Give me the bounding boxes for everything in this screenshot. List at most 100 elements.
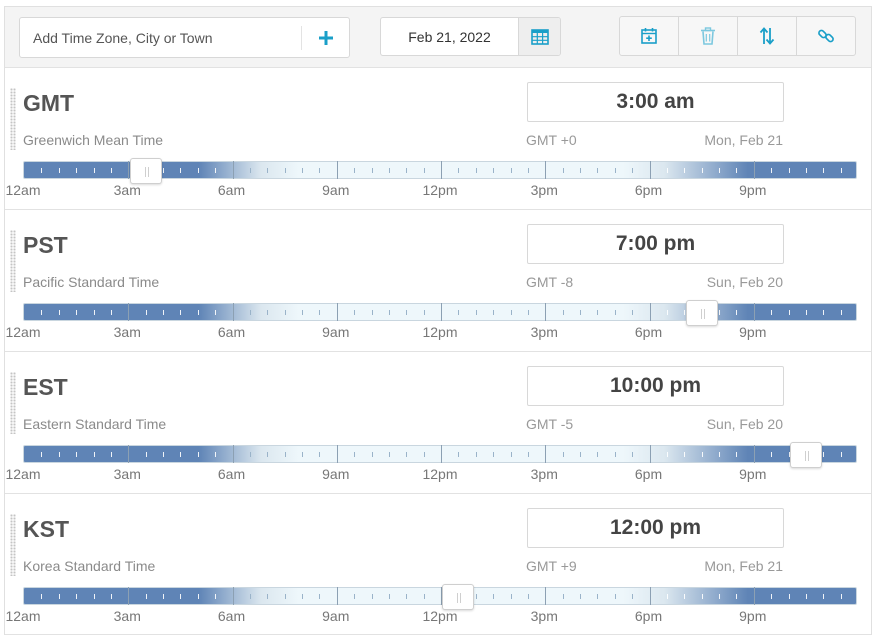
hour-label: 6am [217, 182, 246, 198]
time-slider-handle[interactable] [789, 442, 822, 468]
half-hour-tick [215, 452, 217, 457]
hour-labels: 12am 3am 6am 9am 12pm 3pm 6pm 9pm [5, 182, 873, 200]
hour-tick [510, 168, 512, 173]
half-hour-tick [701, 452, 703, 457]
half-hour-tick [249, 310, 251, 315]
hour-tick [788, 310, 790, 315]
half-hour-tick [284, 452, 286, 457]
drag-handle[interactable] [10, 372, 16, 434]
hour-tick [406, 594, 408, 599]
time-slider-track[interactable] [23, 442, 857, 468]
date-field[interactable]: Feb 21, 2022 [381, 18, 518, 55]
time-slider-handle[interactable] [129, 158, 162, 184]
search-input[interactable] [21, 19, 299, 56]
timezone-abbreviation: KST [23, 516, 69, 542]
hour-tick [823, 594, 825, 599]
hour-labels: 12am 3am 6am 9am 12pm 3pm 6pm 9pm [5, 466, 873, 484]
add-timezone-button[interactable] [303, 19, 349, 56]
drag-handle[interactable] [10, 230, 16, 292]
timezone-date: Mon, Feb 21 [704, 558, 783, 574]
half-hour-tick [736, 310, 738, 315]
half-hour-tick [388, 452, 390, 457]
hour-divider [649, 587, 651, 605]
half-hour-tick [284, 310, 286, 315]
hour-tick [302, 594, 303, 599]
hour-tick [302, 168, 303, 173]
hour-label: 9pm [739, 608, 767, 624]
timezone-abbreviation: EST [23, 374, 68, 400]
hour-label: 12am [5, 608, 41, 624]
sort-button[interactable] [737, 17, 796, 55]
half-hour-tick [771, 310, 773, 315]
half-hour-tick [666, 310, 668, 315]
hour-label: 3pm [530, 466, 558, 482]
half-hour-tick [597, 594, 599, 599]
time-input[interactable]: 12:00 pm [527, 508, 784, 548]
time-input[interactable]: 10:00 pm [527, 366, 784, 406]
half-hour-tick [771, 594, 773, 599]
timezone-list: GMT Greenwich Mean Time 3:00 am GMT +0 M… [4, 67, 872, 635]
action-buttons [619, 16, 856, 56]
hour-tick [93, 168, 95, 173]
hour-tick [614, 310, 616, 315]
hour-divider [649, 303, 651, 321]
link-icon [818, 29, 834, 43]
hour-label: 12am [5, 466, 41, 482]
drag-handle[interactable] [10, 514, 16, 576]
half-hour-tick [840, 310, 842, 315]
hour-label: 3pm [530, 608, 558, 624]
hour-tick [163, 168, 164, 173]
toolbar: Feb 21, 2022 [4, 6, 872, 67]
half-hour-tick [493, 452, 495, 457]
half-hour-tick [180, 452, 182, 457]
link-button[interactable] [796, 17, 855, 55]
time-slider-track[interactable] [23, 300, 857, 326]
half-hour-tick [41, 310, 43, 315]
half-hour-tick [840, 452, 842, 457]
calendar-plus-icon [641, 28, 657, 44]
half-hour-tick [493, 310, 495, 315]
hour-label: 3am [113, 324, 141, 340]
half-hour-tick [632, 168, 634, 173]
half-hour-tick [562, 168, 564, 173]
hour-label: 9am [322, 324, 350, 340]
time-input[interactable]: 7:00 pm [527, 224, 784, 264]
half-hour-tick [249, 452, 251, 457]
timezone-row: EST Eastern Standard Time 10:00 pm GMT -… [5, 351, 871, 493]
hour-tick [475, 594, 477, 599]
hour-tick [823, 310, 825, 315]
time-slider-handle[interactable] [442, 584, 475, 610]
half-hour-tick [180, 168, 182, 173]
half-hour-tick [666, 168, 668, 173]
hour-tick [163, 594, 164, 599]
sort-arrows-icon [759, 27, 775, 45]
hour-divider [128, 587, 130, 605]
hour-tick [719, 310, 720, 315]
half-hour-tick [597, 310, 599, 315]
half-hour-tick [562, 310, 564, 315]
drag-handle[interactable] [10, 88, 16, 150]
half-hour-tick [597, 168, 599, 173]
hour-divider [753, 445, 755, 463]
half-hour-tick [527, 452, 529, 457]
hour-divider [128, 445, 130, 463]
hour-label: 6am [217, 466, 246, 482]
hour-divider [753, 303, 755, 321]
time-slider-track[interactable] [23, 584, 857, 610]
schedule-meeting-button[interactable] [620, 17, 678, 55]
hour-tick [58, 594, 60, 599]
calendar-button[interactable] [518, 18, 560, 55]
hour-divider [232, 303, 234, 321]
plus-icon [319, 30, 333, 45]
hour-tick [93, 310, 95, 315]
time-input[interactable]: 3:00 am [527, 82, 784, 122]
hour-tick [58, 310, 60, 315]
time-slider-handle[interactable] [685, 300, 718, 326]
half-hour-tick [41, 594, 43, 599]
half-hour-tick [319, 452, 321, 457]
delete-button[interactable] [678, 17, 737, 55]
timezone-row: KST Korea Standard Time 12:00 pm GMT +9 … [5, 493, 871, 635]
time-slider-track[interactable] [23, 158, 857, 184]
hour-labels: 12am 3am 6am 9am 12pm 3pm 6pm 9pm [5, 324, 873, 342]
timezone-date: Sun, Feb 20 [706, 274, 783, 290]
